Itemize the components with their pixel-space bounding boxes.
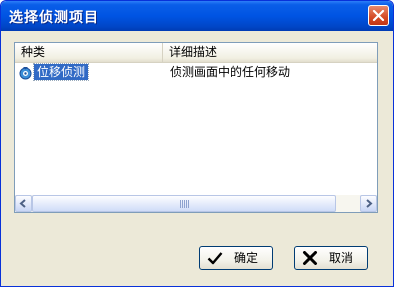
close-icon bbox=[372, 9, 385, 22]
motion-detect-icon bbox=[19, 67, 32, 80]
title-bar[interactable]: 选择侦测项目 bbox=[1, 1, 393, 31]
window-title: 选择侦测项目 bbox=[9, 10, 99, 26]
column-header-type[interactable]: 种类 bbox=[15, 43, 163, 62]
x-icon bbox=[303, 251, 317, 265]
cancel-button-label: 取消 bbox=[329, 251, 354, 265]
chevron-right-icon bbox=[366, 199, 373, 208]
chevron-left-icon bbox=[19, 199, 26, 208]
column-header-description[interactable]: 详细描述 bbox=[163, 43, 377, 62]
list-item-name: 位移侦测 bbox=[32, 63, 90, 81]
scroll-thumb[interactable] bbox=[32, 195, 336, 212]
scroll-left-button[interactable] bbox=[15, 195, 32, 212]
detection-list[interactable]: 种类 详细描述 位移侦测 侦测画面中的任何移动 bbox=[14, 42, 378, 213]
scroll-right-button[interactable] bbox=[360, 195, 377, 212]
ok-button[interactable]: 确定 bbox=[199, 246, 273, 270]
list-item-description: 侦测画面中的任何移动 bbox=[170, 65, 291, 79]
list-header: 种类 详细描述 bbox=[15, 43, 377, 63]
ok-button-label: 确定 bbox=[234, 251, 259, 265]
list-item[interactable]: 位移侦测 侦测画面中的任何移动 bbox=[15, 63, 377, 81]
horizontal-scrollbar[interactable] bbox=[15, 195, 377, 212]
close-button[interactable] bbox=[368, 5, 389, 26]
cancel-button[interactable]: 取消 bbox=[294, 246, 368, 270]
checkmark-icon bbox=[207, 252, 223, 265]
dialog-window: 选择侦测项目 种类 详细描述 位移侦测 侦测画面中的任何移动 确定 取消 bbox=[0, 0, 394, 287]
grip-icon bbox=[180, 200, 189, 208]
